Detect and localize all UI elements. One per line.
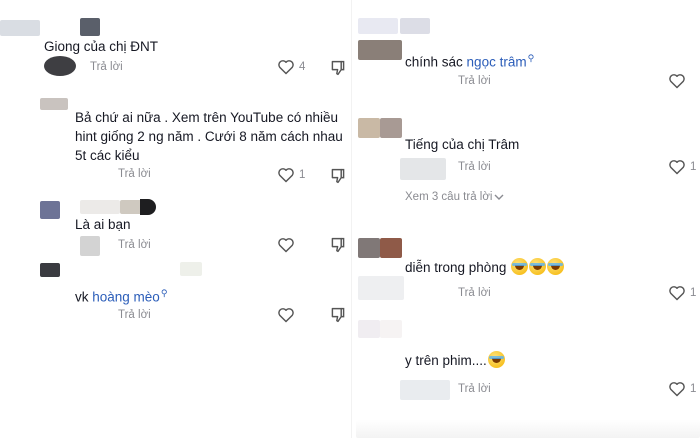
- heart-outline-icon: [278, 168, 294, 183]
- like-count: 4: [299, 61, 306, 73]
- like-count: 1: [299, 169, 306, 181]
- reply-button[interactable]: Trả lời: [118, 309, 151, 321]
- blurred-username: [80, 18, 100, 36]
- like-count: 1: [690, 287, 697, 299]
- comment-text-prefix: vk: [75, 289, 93, 305]
- view-replies-button[interactable]: Xem 3 câu trả lời: [405, 191, 504, 203]
- thumbs-down-icon[interactable]: [330, 60, 346, 76]
- blurred-avatar: [380, 238, 402, 258]
- like-button[interactable]: 1: [668, 381, 696, 397]
- blurred-avatar: [358, 238, 380, 258]
- reply-button[interactable]: Trả lời: [458, 161, 491, 173]
- blurred-avatar: [0, 20, 40, 36]
- reply-button[interactable]: Trả lời: [458, 383, 491, 395]
- thumbs-down-icon[interactable]: [330, 168, 346, 184]
- blurred-avatar: [358, 40, 402, 60]
- heart-outline-icon: [669, 286, 685, 301]
- heart-outline-icon: [669, 160, 685, 175]
- comment-text-body: y trên phim....: [405, 353, 487, 368]
- like-button[interactable]: [668, 73, 686, 89]
- comment-text: chính sác ngọc trâm⚲: [405, 49, 534, 72]
- blurred-avatar: [40, 98, 68, 110]
- heart-outline-icon: [669, 74, 685, 89]
- right-screenshot-panel: chính sác ngọc trâm⚲ Trả lời Tiếng của c…: [356, 0, 700, 438]
- blurred-avatar: [40, 263, 60, 277]
- laughing-tears-emoji: [487, 351, 505, 368]
- blurred-username: [400, 158, 446, 180]
- laughing-tears-emoji: [511, 258, 529, 275]
- left-screenshot-panel: Giong của chị ĐNT Trả lời 4 Bả chứ ai nữ…: [0, 0, 351, 438]
- heart-outline-icon: [278, 308, 294, 323]
- comment-text: vk hoàng mèo⚲: [75, 284, 167, 307]
- reply-button[interactable]: Trả lời: [458, 75, 491, 87]
- comment-text: Giong của chị ĐNT: [44, 39, 159, 54]
- mention-link[interactable]: ngọc trâm: [467, 55, 527, 70]
- blurred-avatar: [44, 56, 76, 76]
- like-button[interactable]: [277, 237, 295, 253]
- blurred-avatar: [380, 118, 402, 138]
- like-button[interactable]: 1: [668, 285, 696, 301]
- like-button[interactable]: [277, 307, 295, 323]
- blurred-avatar: [380, 320, 402, 338]
- blurred-username: [400, 380, 450, 400]
- comment-text-prefix: chính sác: [405, 54, 467, 70]
- blurred-username: [358, 276, 404, 300]
- reply-button[interactable]: Trả lời: [458, 287, 491, 299]
- comment-text: Tiếng của chị Trâm: [405, 137, 520, 152]
- laughing-tears-emoji: [529, 258, 547, 275]
- blurred-avatar: [80, 236, 100, 256]
- blurred-username: [140, 199, 156, 215]
- search-small-icon: ⚲: [160, 288, 168, 298]
- thumbs-down-icon[interactable]: [330, 237, 346, 253]
- blurred-username: [180, 262, 202, 276]
- like-button[interactable]: 4: [277, 59, 305, 75]
- heart-outline-icon: [278, 60, 294, 75]
- heart-outline-icon: [278, 238, 294, 253]
- blurred-avatar: [358, 118, 380, 138]
- like-count: 1: [690, 161, 697, 173]
- like-button[interactable]: 1: [277, 167, 305, 183]
- blurred-username: [400, 18, 430, 34]
- comment-text: Là ai bạn: [75, 217, 131, 232]
- comment-text-body: diễn trong phòng: [405, 260, 507, 275]
- like-button[interactable]: 1: [668, 159, 696, 175]
- blurred-avatar: [40, 201, 60, 219]
- comment-text: diễn trong phòng: [405, 258, 565, 277]
- bottom-fade: [356, 420, 700, 438]
- blurred-username: [80, 200, 120, 214]
- reply-button[interactable]: Trả lời: [90, 61, 123, 73]
- reply-button[interactable]: Trả lời: [118, 168, 151, 180]
- blurred-avatar: [358, 320, 380, 338]
- laughing-tears-emoji: [547, 258, 565, 275]
- chevron-down-icon: [494, 194, 504, 200]
- search-small-icon: ⚲: [527, 53, 535, 63]
- like-count: 1: [690, 383, 697, 395]
- blurred-avatar: [358, 18, 398, 34]
- comment-text: y trên phim....: [405, 351, 505, 370]
- heart-outline-icon: [669, 382, 685, 397]
- comment-text: Bả chứ ai nữa . Xem trên YouTube có nhiề…: [75, 110, 343, 163]
- view-replies-label: Xem 3 câu trả lời: [405, 191, 493, 203]
- mention-link[interactable]: hoàng mèo: [92, 290, 160, 305]
- reply-button[interactable]: Trả lời: [118, 239, 151, 251]
- blurred-username: [120, 200, 142, 214]
- thumbs-down-icon[interactable]: [330, 307, 346, 323]
